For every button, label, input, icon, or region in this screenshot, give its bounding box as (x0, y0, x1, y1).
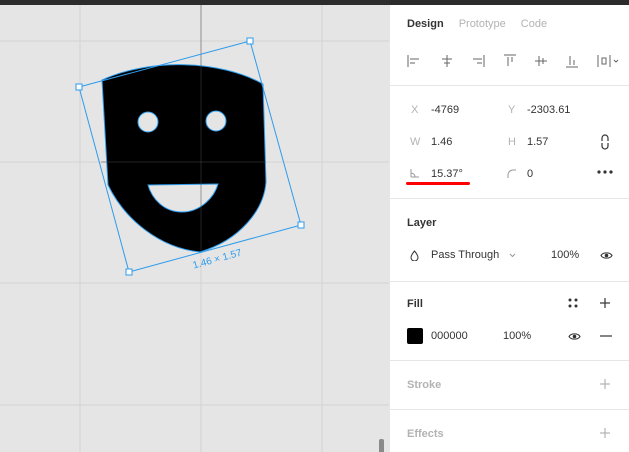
layer-section-title: Layer (407, 217, 437, 229)
y-label: Y (508, 104, 516, 116)
blend-mode-select[interactable]: Pass Through (431, 249, 499, 261)
add-stroke-icon[interactable] (599, 378, 611, 390)
more-options-icon[interactable] (597, 170, 613, 174)
tab-code[interactable]: Code (521, 18, 547, 30)
stroke-section-title: Stroke (407, 379, 442, 391)
width-input[interactable]: 1.46 (431, 136, 452, 148)
align-horizontal-center-icon[interactable] (439, 53, 455, 69)
add-effect-icon[interactable] (599, 427, 611, 439)
rotation-input[interactable]: 15.37° (431, 168, 463, 180)
rotation-icon (410, 169, 419, 178)
distribute-icon[interactable] (596, 53, 620, 69)
fill-hex-input[interactable]: 000000 (431, 330, 468, 342)
theater-mask-shape[interactable] (101, 64, 267, 253)
resize-handle-bottom-right[interactable] (297, 221, 305, 229)
blend-mode-icon (410, 250, 419, 261)
constrain-proportions-icon[interactable] (599, 134, 611, 150)
align-left-icon[interactable] (406, 53, 422, 69)
resize-handle-top-right[interactable] (246, 37, 254, 45)
corner-radius-icon (507, 169, 516, 178)
x-label: X (411, 104, 419, 116)
design-canvas[interactable]: 1.46 × 1.57 (0, 5, 389, 452)
chevron-down-icon[interactable] (509, 253, 516, 258)
height-input[interactable]: 1.57 (527, 136, 548, 148)
divider (390, 281, 629, 282)
resize-handle-bottom-left[interactable] (125, 268, 133, 276)
fill-color-swatch[interactable] (407, 328, 423, 344)
w-label: W (410, 136, 421, 148)
add-fill-icon[interactable] (599, 297, 611, 309)
tab-prototype[interactable]: Prototype (459, 18, 506, 30)
divider (390, 85, 629, 86)
divider (390, 409, 629, 410)
corner-radius-input[interactable]: 0 (527, 168, 533, 180)
y-input[interactable]: -2303.61 (527, 104, 570, 116)
remove-fill-icon[interactable] (600, 335, 612, 337)
alignment-toolbar (406, 53, 620, 69)
align-top-icon[interactable] (502, 53, 518, 69)
rotation-highlight-underline (406, 182, 470, 185)
panel-tabs: Design Prototype Code (407, 18, 547, 30)
fill-opacity-input[interactable]: 100% (503, 330, 531, 342)
effects-section-title: Effects (407, 428, 444, 440)
canvas-artwork: 1.46 × 1.57 (0, 5, 389, 452)
x-input[interactable]: -4769 (431, 104, 459, 116)
properties-panel: Design Prototype Code X -4769 Y -2303.61… (389, 5, 629, 452)
divider (390, 198, 629, 199)
eye-icon[interactable] (568, 332, 581, 341)
divider (390, 360, 629, 361)
canvas-scrollbar[interactable] (379, 439, 384, 452)
tab-design[interactable]: Design (407, 18, 444, 30)
mask-right-eye (205, 110, 227, 132)
h-label: H (508, 136, 516, 148)
mask-left-eye (137, 111, 159, 133)
fill-section-title: Fill (407, 298, 423, 310)
resize-handle-top-left[interactable] (75, 83, 83, 91)
align-right-icon[interactable] (470, 53, 486, 69)
align-bottom-icon[interactable] (564, 53, 580, 69)
align-vertical-center-icon[interactable] (533, 53, 549, 69)
layer-opacity-input[interactable]: 100% (551, 249, 579, 261)
eye-icon[interactable] (600, 251, 613, 260)
styles-grid-icon[interactable] (568, 298, 578, 308)
